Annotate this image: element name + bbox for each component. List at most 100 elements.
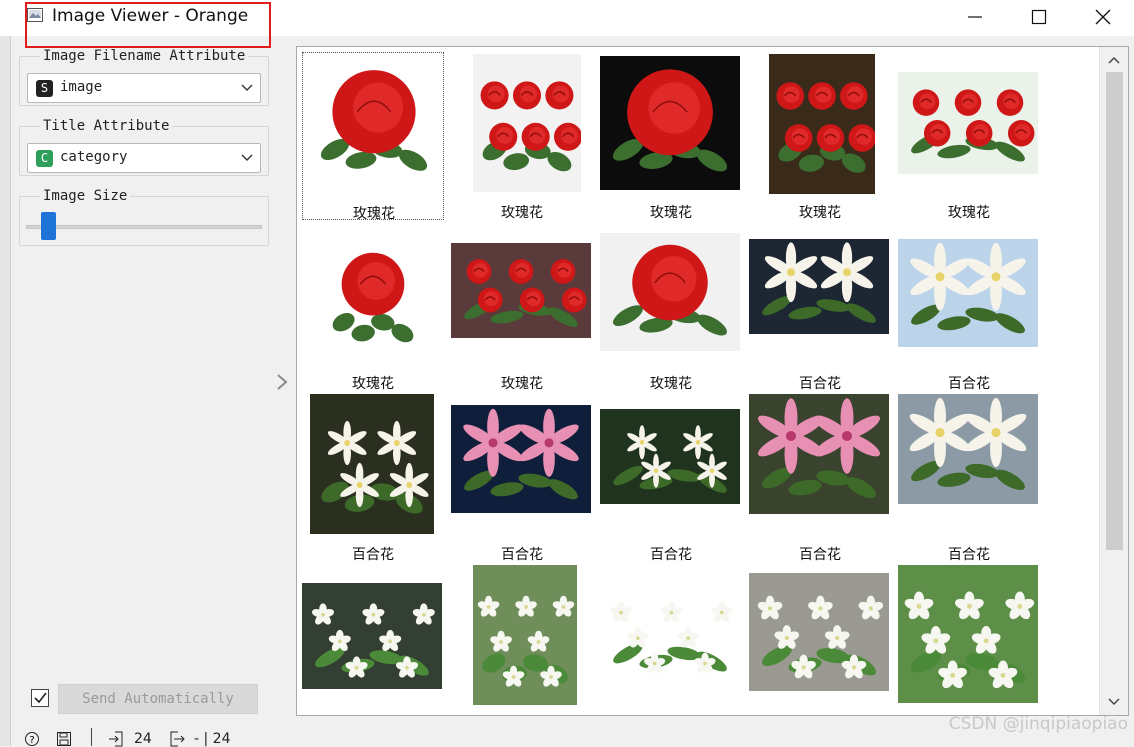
gallery-item[interactable]: 玫瑰花 bbox=[451, 52, 593, 221]
filename-attribute-combo[interactable]: S image bbox=[27, 73, 261, 103]
output-count: - | 24 bbox=[194, 731, 231, 747]
rose-image bbox=[309, 55, 439, 190]
rose-image bbox=[898, 72, 1038, 174]
image-size-slider-track[interactable] bbox=[26, 225, 262, 229]
output-icon bbox=[170, 731, 185, 747]
gallery-item-caption: 百合花 bbox=[799, 376, 841, 392]
lily-image bbox=[749, 239, 889, 334]
gallery-item[interactable]: 百合花 bbox=[600, 394, 742, 563]
categorical-variable-icon: C bbox=[36, 150, 53, 167]
chevron-down-icon bbox=[241, 154, 253, 161]
gallery-item[interactable] bbox=[749, 565, 891, 715]
lily-image bbox=[898, 394, 1038, 504]
gallery-item-caption: 百合花 bbox=[799, 547, 841, 563]
gallery-item[interactable] bbox=[898, 565, 1040, 715]
gallery-item-caption: 玫瑰花 bbox=[352, 376, 394, 392]
jasmine-image bbox=[898, 565, 1038, 703]
filename-attribute-value: image bbox=[60, 79, 103, 95]
gallery-item[interactable]: 百合花 bbox=[898, 394, 1040, 563]
minimize-button[interactable] bbox=[944, 0, 1006, 34]
rose-image bbox=[600, 56, 740, 190]
scroll-down-icon[interactable] bbox=[1107, 697, 1121, 707]
gallery-item[interactable] bbox=[451, 565, 593, 715]
input-icon bbox=[109, 731, 123, 747]
jasmine-image bbox=[302, 583, 442, 689]
help-icon[interactable]: ? bbox=[24, 731, 40, 747]
image-grid-view[interactable]: 玫瑰花 玫瑰花 玫瑰花 玫瑰花 玫瑰花 玫瑰花 玫瑰花 玫瑰花 百合花 百合花 百合花 百合花 百合花百… bbox=[296, 46, 1129, 716]
image-size-label: Image Size bbox=[40, 188, 131, 204]
send-automatically-button[interactable]: Send Automatically bbox=[58, 684, 258, 714]
jasmine-image bbox=[749, 573, 889, 691]
send-automatically-checkbox[interactable] bbox=[31, 689, 49, 707]
image-size-slider-handle[interactable] bbox=[41, 212, 56, 240]
maximize-icon bbox=[1031, 9, 1047, 25]
rose-image bbox=[324, 227, 422, 363]
image-grid: 玫瑰花 玫瑰花 玫瑰花 玫瑰花 玫瑰花 玫瑰花 玫瑰花 玫瑰花 百合花 百合花 百合花 百合花 百合花百… bbox=[297, 47, 1102, 715]
gallery-item[interactable]: 百合花 bbox=[749, 394, 891, 563]
gallery-item-caption: 百合花 bbox=[948, 376, 990, 392]
filename-attribute-label: Image Filename Attribute bbox=[40, 48, 249, 64]
gallery-item[interactable]: 玫瑰花 bbox=[600, 223, 742, 392]
save-icon[interactable] bbox=[56, 731, 72, 747]
gallery-item-caption: 百合花 bbox=[501, 547, 543, 563]
gallery-item[interactable] bbox=[302, 565, 444, 715]
gallery-item-caption: 玫瑰花 bbox=[650, 205, 692, 221]
gallery-item-caption: 玫瑰花 bbox=[948, 205, 990, 221]
gallery-item-caption: 玫瑰花 bbox=[650, 376, 692, 392]
title-attribute-value: category bbox=[60, 149, 128, 165]
jasmine-image bbox=[600, 582, 740, 684]
chevron-down-icon bbox=[241, 84, 253, 91]
vertical-scrollbar[interactable] bbox=[1099, 47, 1128, 715]
status-separator bbox=[91, 728, 92, 746]
gallery-item[interactable]: 百合花 bbox=[302, 394, 444, 563]
gallery-item-caption: 百合花 bbox=[650, 547, 692, 563]
scrollbar-thumb[interactable] bbox=[1106, 72, 1123, 550]
string-variable-icon: S bbox=[36, 80, 53, 97]
gallery-item-caption: 百合花 bbox=[948, 547, 990, 563]
jasmine-image bbox=[473, 565, 577, 705]
image-size-group: Image Size bbox=[19, 188, 269, 246]
rose-image bbox=[451, 243, 591, 338]
filename-attribute-group: Image Filename Attribute S image bbox=[19, 48, 269, 106]
gallery-item[interactable]: 百合花 bbox=[749, 223, 891, 392]
maximize-button[interactable] bbox=[1008, 0, 1070, 34]
minimize-icon bbox=[968, 16, 982, 18]
status-bar: ? 24 - | 24 bbox=[24, 728, 284, 747]
gallery-item-caption: 玫瑰花 bbox=[501, 376, 543, 392]
gallery-item-caption: 百合花 bbox=[352, 547, 394, 563]
lily-image bbox=[600, 409, 740, 504]
lily-image bbox=[749, 394, 889, 514]
gallery-item[interactable]: 玫瑰花 bbox=[749, 52, 891, 221]
title-attribute-combo[interactable]: C category bbox=[27, 143, 261, 173]
lily-image bbox=[451, 405, 591, 513]
panel-edge bbox=[0, 36, 11, 746]
gallery-item[interactable]: 玫瑰花 bbox=[898, 52, 1040, 221]
title-attribute-label: Title Attribute bbox=[40, 118, 173, 134]
lily-image bbox=[310, 394, 434, 534]
gallery-item[interactable] bbox=[600, 565, 742, 715]
rose-image bbox=[600, 233, 740, 351]
gallery-item[interactable]: 玫瑰花 bbox=[302, 52, 444, 222]
app-image-icon bbox=[27, 8, 43, 22]
gallery-item[interactable]: 玫瑰花 bbox=[451, 223, 593, 392]
window-title: Image Viewer - Orange bbox=[52, 6, 249, 26]
checkmark-icon bbox=[34, 692, 47, 704]
lily-image bbox=[898, 239, 1038, 347]
title-bar: Image Viewer - Orange bbox=[0, 0, 1134, 36]
gallery-item[interactable]: 百合花 bbox=[898, 223, 1040, 392]
input-count: 24 bbox=[134, 731, 152, 747]
scroll-up-icon[interactable] bbox=[1107, 55, 1121, 65]
title-attribute-group: Title Attribute C category bbox=[19, 118, 269, 176]
chevron-right-icon[interactable] bbox=[275, 373, 289, 391]
gallery-item-caption: 玫瑰花 bbox=[799, 205, 841, 221]
gallery-item[interactable]: 百合花 bbox=[451, 394, 593, 563]
gallery-item-caption: 玫瑰花 bbox=[501, 205, 543, 221]
close-button[interactable] bbox=[1072, 0, 1134, 34]
gallery-item-caption: 玫瑰花 bbox=[353, 206, 395, 222]
rose-image bbox=[769, 54, 875, 194]
close-icon bbox=[1095, 9, 1111, 25]
svg-text:?: ? bbox=[29, 735, 34, 746]
watermark: CSDN @jinqipiaopiao bbox=[948, 714, 1128, 734]
gallery-item[interactable]: 玫瑰花 bbox=[600, 52, 742, 221]
gallery-item[interactable]: 玫瑰花 bbox=[302, 223, 444, 392]
